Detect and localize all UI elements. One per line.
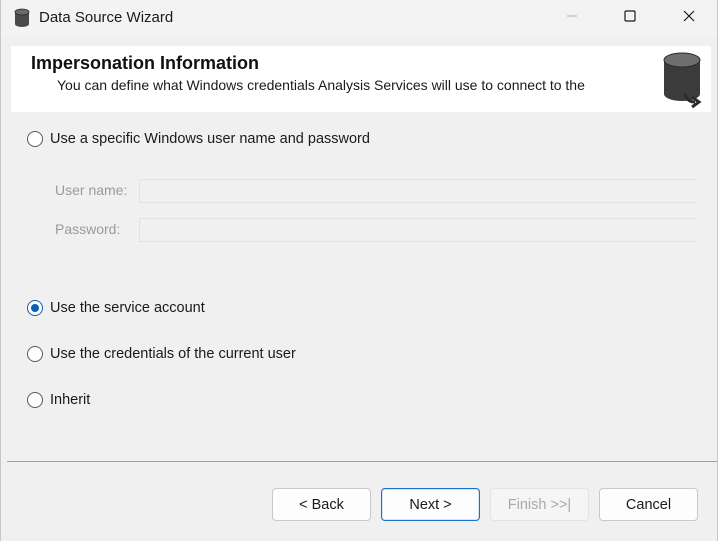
service-account-label[interactable]: Use the service account [50, 300, 205, 316]
password-input[interactable] [139, 218, 697, 242]
footer-divider [7, 461, 717, 462]
database-arrow-icon [661, 50, 705, 110]
cancel-button[interactable]: Cancel [599, 488, 698, 521]
current-user-radio[interactable] [27, 346, 43, 362]
close-button[interactable] [666, 0, 712, 36]
close-icon [683, 9, 695, 27]
current-user-label[interactable]: Use the credentials of the current user [50, 346, 296, 362]
username-label: User name: [55, 182, 128, 198]
data-source-wizard-window: Data Source Wizard Impersonation Informa… [0, 0, 718, 541]
maximize-button[interactable] [607, 0, 653, 36]
page-subtitle: You can define what Windows credentials … [57, 77, 585, 93]
title-bar[interactable]: Data Source Wizard [1, 0, 717, 36]
username-input[interactable] [139, 179, 697, 203]
window-title: Data Source Wizard [39, 9, 174, 26]
wizard-header: Impersonation Information You can define… [11, 46, 711, 112]
page-title: Impersonation Information [31, 53, 260, 73]
password-label: Password: [55, 221, 121, 237]
back-button[interactable]: < Back [272, 488, 371, 521]
next-button[interactable]: Next > [381, 488, 480, 521]
minimize-button[interactable] [549, 0, 595, 36]
service-account-radio[interactable] [27, 300, 43, 316]
inherit-label[interactable]: Inherit [50, 392, 90, 408]
finish-button: Finish >>| [490, 488, 589, 521]
specific-user-label[interactable]: Use a specific Windows user name and pas… [50, 131, 370, 147]
minimize-icon [566, 9, 578, 27]
finish-label: Finish >>| [507, 496, 572, 513]
specific-user-radio[interactable] [27, 131, 43, 147]
maximize-icon [624, 9, 636, 27]
database-icon [13, 8, 31, 28]
inherit-radio[interactable] [27, 392, 43, 408]
